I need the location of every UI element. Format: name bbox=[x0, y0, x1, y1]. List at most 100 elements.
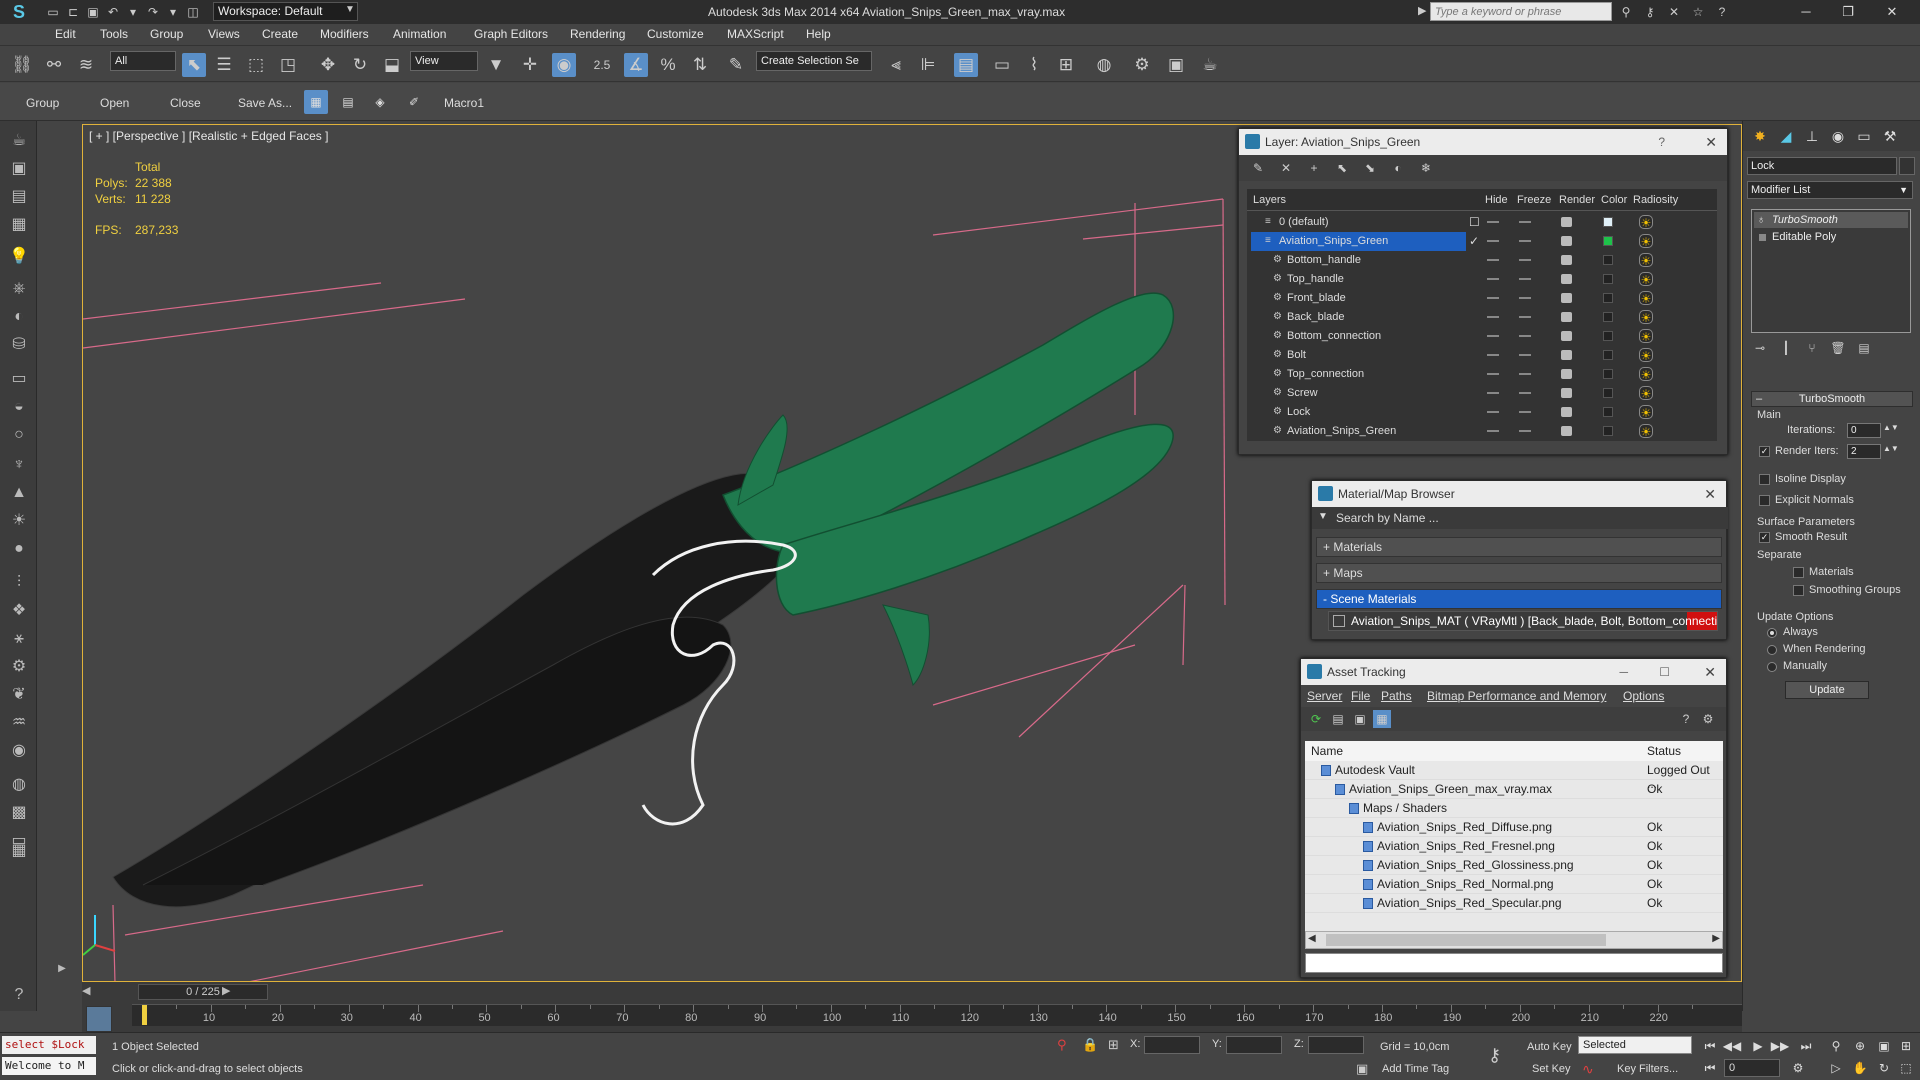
menu-help[interactable]: Help bbox=[806, 27, 831, 41]
show-end-result-icon[interactable]: ┃ bbox=[1777, 339, 1795, 357]
layer-radiosity-icon[interactable]: ☀ bbox=[1639, 329, 1653, 344]
layer-radiosity-icon[interactable]: ☀ bbox=[1639, 291, 1653, 306]
layer-help-button[interactable]: ? bbox=[1658, 129, 1665, 155]
layer-freeze-toggle[interactable] bbox=[1519, 221, 1531, 223]
layer-render-icon[interactable] bbox=[1561, 217, 1572, 227]
time-slider-right-icon[interactable]: ▶ bbox=[222, 984, 230, 997]
zoom-icon[interactable]: ⚲ bbox=[1826, 1037, 1846, 1055]
iterations-arrows-icon[interactable]: ▲▼ bbox=[1883, 423, 1899, 432]
zoom-extents-all-icon[interactable]: ⊞ bbox=[1896, 1037, 1916, 1055]
turbosmooth-rollout-header[interactable]: – TurboSmooth bbox=[1751, 391, 1913, 407]
current-frame-marker[interactable] bbox=[142, 1005, 147, 1025]
motion-tab-icon[interactable]: ◉ bbox=[1827, 125, 1849, 147]
help-circle-icon[interactable]: ? bbox=[7, 983, 31, 1007]
time-slider-left-icon[interactable]: ◀ bbox=[82, 984, 90, 997]
layer-hide-toggle[interactable] bbox=[1487, 297, 1499, 299]
light-bulb-icon[interactable]: ♁ bbox=[1757, 212, 1765, 228]
curve-editor-icon[interactable]: ⌇ bbox=[1022, 53, 1046, 77]
always-radio[interactable] bbox=[1767, 628, 1777, 638]
col-color[interactable]: Color bbox=[1601, 194, 1627, 206]
camera-icon[interactable]: ⎈ bbox=[7, 277, 31, 301]
snaps-toggle-icon[interactable]: 2.5 bbox=[590, 53, 614, 77]
undo-icon[interactable]: ↶ bbox=[104, 3, 122, 21]
pin-stack-icon[interactable]: ⊸ bbox=[1751, 339, 1769, 357]
asset-row[interactable]: Aviation_Snips_Green_max_vray.max Ok bbox=[1305, 780, 1723, 799]
next-frame-icon[interactable]: ▶▶ bbox=[1770, 1037, 1790, 1055]
layer-freeze-toggle[interactable] bbox=[1519, 240, 1531, 242]
film-icon[interactable]: ⛁ bbox=[7, 333, 31, 357]
box-icon[interactable]: ▭ bbox=[7, 367, 31, 391]
layer-color-swatch[interactable] bbox=[1603, 293, 1613, 303]
layer-radiosity-icon[interactable]: ☀ bbox=[1639, 348, 1653, 363]
scene-materials-group[interactable]: - Scene Materials bbox=[1316, 589, 1722, 609]
gear-icon[interactable]: ⚙ bbox=[7, 655, 31, 679]
delete-layer-icon[interactable]: ✕ bbox=[1277, 159, 1295, 177]
angle-snap-icon[interactable]: ∡ bbox=[624, 53, 648, 77]
rendered-frame-window-icon[interactable]: ▣ bbox=[1164, 53, 1188, 77]
hair-icon[interactable]: ⫶ bbox=[7, 571, 31, 595]
table-icon[interactable]: ▦ bbox=[7, 213, 31, 237]
when-rendering-radio[interactable] bbox=[1767, 645, 1777, 655]
key-mode-toggle-icon[interactable]: ⏮ bbox=[1700, 1059, 1720, 1077]
layer-hide-toggle[interactable] bbox=[1487, 373, 1499, 375]
script-icon[interactable]: ▦ bbox=[7, 839, 31, 863]
circle-icon[interactable]: ○ bbox=[7, 423, 31, 447]
explicit-normals-checkbox[interactable] bbox=[1759, 495, 1770, 506]
named-selection-dropdown[interactable]: Create Selection Se bbox=[756, 51, 872, 71]
material-browser-titlebar[interactable]: Material/Map Browser ✕ bbox=[1312, 481, 1726, 507]
render-icon[interactable]: ▣ bbox=[7, 157, 31, 181]
layer-render-icon[interactable] bbox=[1561, 331, 1572, 341]
asset-row[interactable]: Aviation_Snips_Red_Normal.png Ok bbox=[1305, 875, 1723, 894]
isoline-checkbox[interactable] bbox=[1759, 474, 1770, 485]
hf-icon[interactable]: ♒ bbox=[7, 711, 31, 735]
layer-freeze-toggle[interactable] bbox=[1519, 411, 1531, 413]
asset-row[interactable]: Aviation_Snips_Red_Specular.png Ok bbox=[1305, 894, 1723, 913]
go-to-start-icon[interactable]: ⏮ bbox=[1700, 1037, 1720, 1055]
asset-settings-icon[interactable]: ⚙ bbox=[1699, 710, 1717, 728]
edit-named-selection-icon[interactable]: ✎ bbox=[724, 53, 748, 77]
scroll-left-icon[interactable]: ◀ bbox=[1308, 933, 1316, 944]
sphere-icon[interactable]: ◐ bbox=[7, 305, 31, 329]
maximize-viewport-icon[interactable]: ⬚ bbox=[1896, 1059, 1916, 1077]
particles-icon[interactable]: ❖ bbox=[7, 599, 31, 623]
layer-name[interactable]: Aviation_Snips_Green bbox=[1279, 235, 1388, 247]
previous-frame-icon[interactable]: ◀◀ bbox=[1722, 1037, 1742, 1055]
layer-name[interactable]: 0 (default) bbox=[1279, 216, 1329, 228]
plant-icon[interactable]: ❦ bbox=[7, 683, 31, 707]
layer-render-icon[interactable] bbox=[1561, 426, 1572, 436]
object-color-swatch[interactable] bbox=[1899, 157, 1915, 175]
open-button[interactable]: Open bbox=[100, 96, 129, 110]
menu-create[interactable]: Create bbox=[262, 27, 298, 41]
select-scale-icon[interactable]: ⬓ bbox=[380, 53, 404, 77]
list-view-icon[interactable]: ▤ bbox=[1329, 710, 1347, 728]
key-filters-button[interactable]: Key Filters... bbox=[1617, 1063, 1678, 1075]
menu-customize[interactable]: Customize bbox=[647, 27, 704, 41]
layer-render-icon[interactable] bbox=[1561, 293, 1572, 303]
layer-render-icon[interactable] bbox=[1561, 255, 1572, 265]
time-tag-icon[interactable]: ▣ bbox=[1356, 1061, 1368, 1077]
rectangular-selection-icon[interactable]: ⬚ bbox=[244, 53, 268, 77]
zoom-all-icon[interactable]: ⊕ bbox=[1850, 1037, 1870, 1055]
key-tools-icon[interactable]: ⚷ bbox=[1641, 3, 1659, 21]
object-name-input[interactable]: Lock bbox=[1747, 157, 1897, 175]
redo-icon[interactable]: ↷ bbox=[144, 3, 162, 21]
layer-name[interactable]: Aviation_Snips_Green bbox=[1287, 425, 1396, 437]
document-icon[interactable]: ▤ bbox=[7, 185, 31, 209]
select-move-icon[interactable]: ✥ bbox=[316, 53, 340, 77]
asset-row[interactable]: Aviation_Snips_Red_Diffuse.png Ok bbox=[1305, 818, 1723, 837]
add-to-layer-icon[interactable]: + bbox=[1305, 159, 1323, 177]
col-radiosity[interactable]: Radiosity bbox=[1633, 194, 1678, 206]
layer-radiosity-icon[interactable]: ☀ bbox=[1639, 272, 1653, 287]
pivot-center-icon[interactable]: ▼ bbox=[484, 53, 508, 77]
vector-icon[interactable]: ⚹ bbox=[7, 627, 31, 651]
layer-freeze-toggle[interactable] bbox=[1519, 316, 1531, 318]
isolate-icon[interactable]: ⚲ bbox=[1057, 1037, 1067, 1053]
col-render[interactable]: Render bbox=[1559, 194, 1595, 206]
menu-views[interactable]: Views bbox=[208, 27, 240, 41]
menu-maxscript[interactable]: MAXScript bbox=[727, 27, 784, 41]
stack-item-editable-poly[interactable]: Editable Poly bbox=[1754, 229, 1908, 245]
layer-color-swatch[interactable] bbox=[1603, 407, 1613, 417]
layer-row[interactable]: ⚙ Screw ☀ bbox=[1247, 384, 1717, 403]
remove-modifier-icon[interactable]: 🗑 bbox=[1829, 339, 1847, 357]
layer-color-swatch[interactable] bbox=[1603, 331, 1613, 341]
